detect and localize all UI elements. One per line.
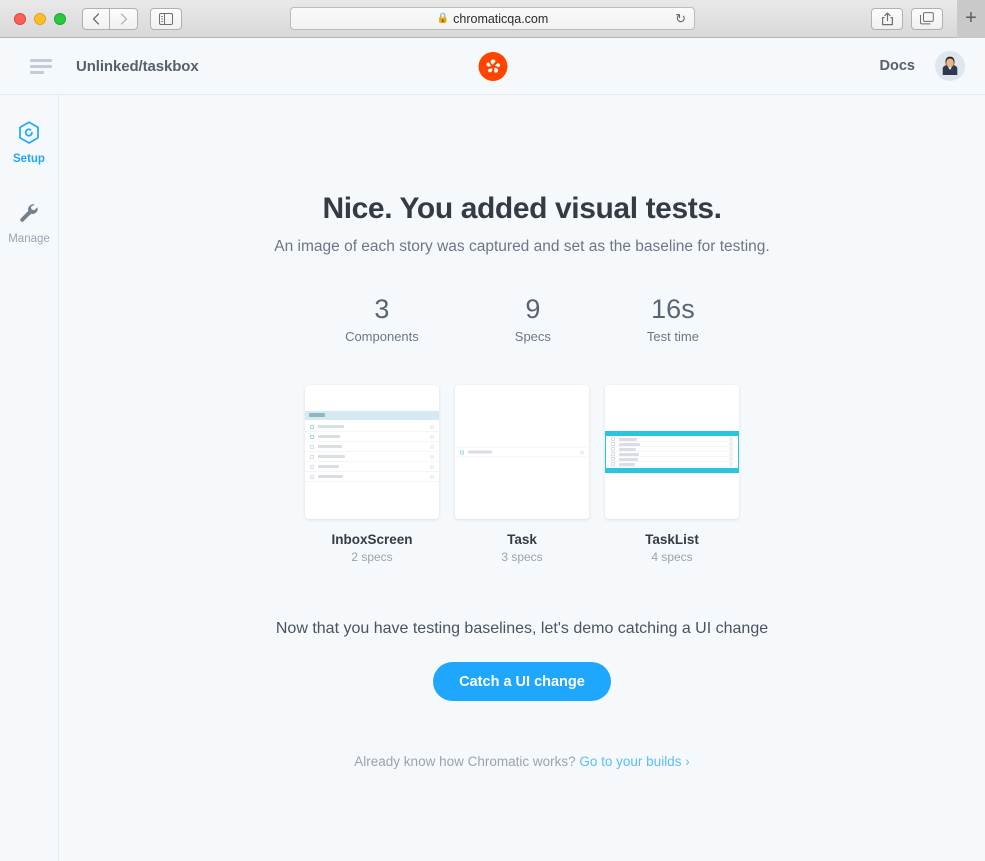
browser-navigation-group bbox=[82, 7, 138, 30]
task-row bbox=[455, 446, 589, 458]
stat-components: 3 Components bbox=[345, 294, 419, 344]
stat-components-value: 3 bbox=[374, 294, 390, 324]
tasklist-highlight-frame bbox=[605, 431, 739, 474]
new-tab-button[interactable]: + bbox=[957, 0, 985, 38]
address-bar[interactable]: 🔒 chromaticqa.com ↻ bbox=[290, 7, 695, 30]
close-window-button[interactable] bbox=[14, 12, 26, 25]
hexagon-setup-icon bbox=[19, 121, 39, 144]
component-name-task: Task bbox=[507, 532, 537, 548]
go-to-builds-link[interactable]: Go to your builds › bbox=[579, 754, 689, 769]
component-thumbnail-tasklist[interactable] bbox=[605, 385, 739, 520]
new-tab-label: + bbox=[965, 7, 977, 29]
component-card-inboxscreen[interactable]: InboxScreen 2 specs bbox=[305, 385, 439, 564]
tasklist-task-rows bbox=[606, 436, 738, 468]
forward-button[interactable] bbox=[110, 7, 138, 30]
main-content: Nice. You added visual tests. An image o… bbox=[59, 95, 985, 861]
sidebar-item-manage[interactable]: Manage bbox=[0, 201, 58, 245]
stat-components-label: Components bbox=[345, 329, 419, 345]
chromatic-logo-icon[interactable] bbox=[478, 51, 507, 81]
chevron-right-icon bbox=[120, 12, 127, 25]
app-body: Setup Manage Nice. You added visual test… bbox=[0, 95, 985, 861]
sidebar-item-setup[interactable]: Setup bbox=[0, 121, 58, 165]
list-item bbox=[606, 462, 738, 468]
sidenav: Setup Manage bbox=[0, 95, 59, 861]
docs-link[interactable]: Docs bbox=[880, 58, 915, 74]
tabs-overview-icon bbox=[920, 12, 934, 25]
list-item bbox=[305, 442, 439, 453]
list-item bbox=[305, 432, 439, 443]
sidebar-toggle-icon bbox=[159, 12, 173, 25]
stat-test-time: 16s Test time bbox=[647, 294, 699, 344]
lock-icon: 🔒 bbox=[436, 13, 450, 24]
list-item bbox=[305, 452, 439, 463]
stat-specs-value: 9 bbox=[525, 294, 541, 324]
list-item bbox=[305, 422, 439, 433]
hamburger-menu-icon[interactable] bbox=[30, 58, 52, 74]
sidebar-item-manage-label: Manage bbox=[8, 233, 50, 245]
header-right-group: Docs bbox=[880, 51, 965, 81]
page-title: Nice. You added visual tests. bbox=[322, 192, 722, 225]
inbox-header-label bbox=[309, 413, 325, 418]
list-item bbox=[305, 462, 439, 473]
avatar[interactable] bbox=[935, 51, 965, 81]
component-name-inboxscreen: InboxScreen bbox=[331, 532, 413, 548]
sidebar-toggle-button[interactable] bbox=[150, 7, 182, 30]
catch-ui-change-button[interactable]: Catch a UI change bbox=[433, 662, 611, 702]
footer-prompt-text: Already know how Chromatic works? bbox=[354, 754, 576, 770]
component-specs-tasklist: 4 specs bbox=[651, 550, 693, 565]
chromatic-pinwheel-icon bbox=[485, 59, 500, 73]
stat-test-time-value: 16s bbox=[651, 294, 695, 324]
app-header: Unlinked/taskbox Docs bbox=[0, 38, 985, 95]
page-subtitle: An image of each story was captured and … bbox=[274, 238, 770, 255]
back-button[interactable] bbox=[82, 7, 110, 30]
address-bar-url: chromaticqa.com bbox=[453, 11, 549, 26]
project-title: Unlinked/taskbox bbox=[76, 57, 199, 75]
sidebar-item-setup-label: Setup bbox=[13, 153, 45, 165]
wrench-manage-icon bbox=[20, 204, 38, 222]
window-traffic-lights bbox=[14, 12, 66, 25]
component-name-tasklist: TaskList bbox=[645, 532, 699, 548]
component-cards: InboxScreen 2 specs Task 3 specs TaskLis… bbox=[305, 385, 739, 564]
component-card-task[interactable]: Task 3 specs bbox=[455, 385, 589, 564]
stat-specs: 9 Specs bbox=[515, 294, 551, 344]
share-icon bbox=[881, 12, 893, 25]
component-thumbnail-inboxscreen[interactable] bbox=[305, 385, 439, 520]
inbox-task-rows bbox=[305, 422, 439, 483]
tabs-overview-button[interactable] bbox=[911, 7, 943, 30]
stats-row: 3 Components 9 Specs 16s Test time bbox=[345, 294, 699, 344]
component-specs-inboxscreen: 2 specs bbox=[351, 550, 393, 565]
component-card-tasklist[interactable]: TaskList 4 specs bbox=[605, 385, 739, 564]
browser-toolbar-right: + bbox=[871, 0, 985, 38]
component-specs-task: 3 specs bbox=[501, 550, 543, 565]
stat-test-time-label: Test time bbox=[646, 329, 699, 345]
share-button[interactable] bbox=[871, 7, 903, 30]
list-item bbox=[305, 472, 439, 483]
maximize-window-button[interactable] bbox=[54, 12, 66, 25]
stat-specs-label: Specs bbox=[514, 329, 551, 345]
user-avatar-icon bbox=[935, 51, 965, 81]
reload-icon[interactable]: ↻ bbox=[675, 11, 686, 27]
footer-prompt: Already know how Chromatic works? Go to … bbox=[354, 754, 689, 769]
cta-description: Now that you have testing baselines, let… bbox=[275, 620, 769, 638]
minimize-window-button[interactable] bbox=[34, 12, 46, 25]
component-thumbnail-task[interactable] bbox=[455, 385, 589, 520]
chevron-left-icon bbox=[92, 12, 100, 25]
inbox-header-bar bbox=[305, 411, 439, 421]
browser-chrome: 🔒 chromaticqa.com ↻ + bbox=[0, 0, 985, 38]
